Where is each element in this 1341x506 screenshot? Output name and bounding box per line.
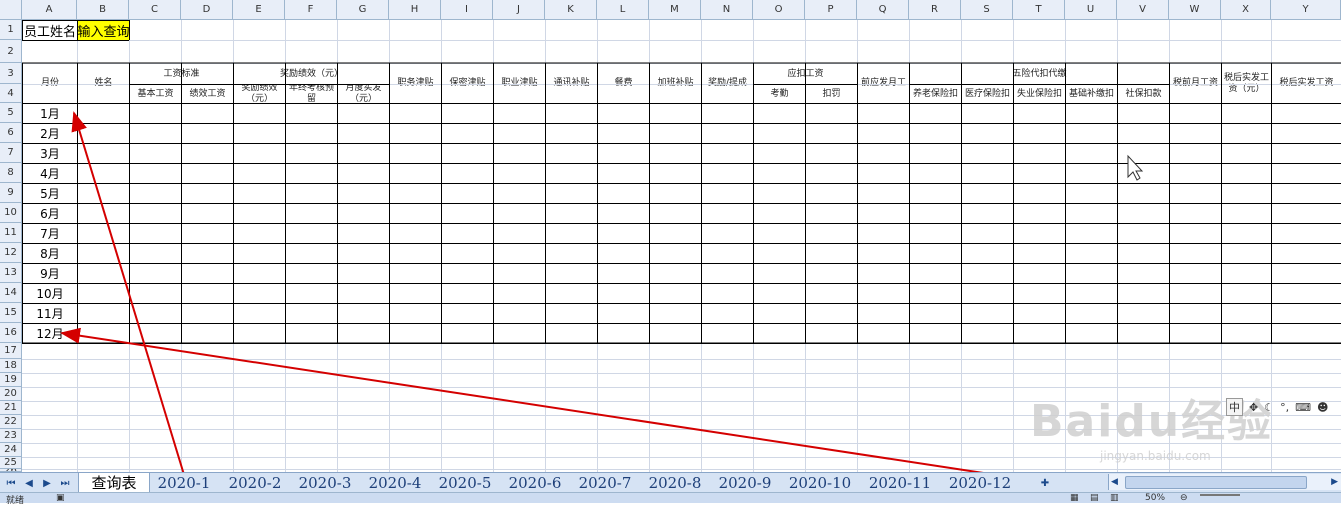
watermark-url: jingyan.baidu.com (1100, 449, 1211, 463)
baidu-watermark: Baidu经验 jingyan.baidu.com (1030, 385, 1330, 465)
sheet-tab-2020-6[interactable]: 2020-6 (500, 473, 570, 492)
last-sheet-icon[interactable]: ⏭ (58, 476, 72, 490)
page-break-icon[interactable]: ▥ (1110, 493, 1119, 503)
sheet-tab-2020-4[interactable]: 2020-4 (360, 473, 430, 492)
sheet-tab-2020-1[interactable]: 2020-1 (148, 473, 220, 492)
sheet-tab-2020-9[interactable]: 2020-9 (710, 473, 780, 492)
sheet-tab-2020-10[interactable]: 2020-10 (780, 473, 860, 492)
prev-sheet-icon[interactable]: ◀ (22, 476, 36, 490)
scroll-right-icon[interactable]: ▶ (1331, 477, 1338, 487)
ime-moon-icon[interactable]: ☾ (1264, 401, 1274, 414)
scroll-left-icon[interactable]: ◀ (1111, 477, 1118, 487)
ime-keyboard-icon[interactable]: ⌨ (1295, 401, 1311, 414)
status-ready: 就绪 (6, 496, 25, 506)
sheet-tab-2020-5[interactable]: 2020-5 (430, 473, 500, 492)
insert-sheet-icon[interactable]: ✚ (1036, 476, 1054, 490)
sheet-tab-2020-12[interactable]: 2020-12 (940, 473, 1020, 492)
sheet-tab-2020-2[interactable]: 2020-2 (220, 473, 290, 492)
watermark-logo: Baidu经验 (1030, 396, 1274, 447)
zoom-out-icon[interactable]: ⊖ (1180, 493, 1188, 503)
ime-toolbar[interactable]: 中 ✥ ☾ °, ⌨ ☻ (1226, 398, 1328, 416)
ime-punct-icon[interactable]: °, (1280, 401, 1289, 414)
page-layout-icon[interactable]: ▤ (1090, 493, 1099, 503)
sheet-tab-query[interactable]: 查询表 (78, 473, 150, 492)
next-sheet-icon[interactable]: ▶ (40, 476, 54, 490)
scroll-thumb[interactable] (1125, 476, 1307, 489)
macro-record-icon[interactable]: ▣ (56, 493, 65, 503)
sheet-tab-2020-8[interactable]: 2020-8 (640, 473, 710, 492)
normal-view-icon[interactable]: ▦ (1070, 493, 1079, 503)
ime-move-icon[interactable]: ✥ (1249, 401, 1258, 414)
horizontal-scrollbar[interactable]: ◀ ▶ (1108, 474, 1341, 490)
sheet-tab-2020-7[interactable]: 2020-7 (570, 473, 640, 492)
sheet-tab-2020-3[interactable]: 2020-3 (290, 473, 360, 492)
ime-mode-icon[interactable]: 中 (1226, 398, 1243, 416)
zoom-level[interactable]: 50% (1145, 493, 1165, 503)
status-bar: 就绪 ▣ ▦ ▤ ▥ 50% ⊖ (0, 492, 1341, 506)
first-sheet-icon[interactable]: ⏮ (4, 476, 18, 490)
ime-user-icon[interactable]: ☻ (1317, 401, 1328, 414)
zoom-slider[interactable] (1200, 494, 1240, 496)
sheet-tab-2020-11[interactable]: 2020-11 (860, 473, 940, 492)
